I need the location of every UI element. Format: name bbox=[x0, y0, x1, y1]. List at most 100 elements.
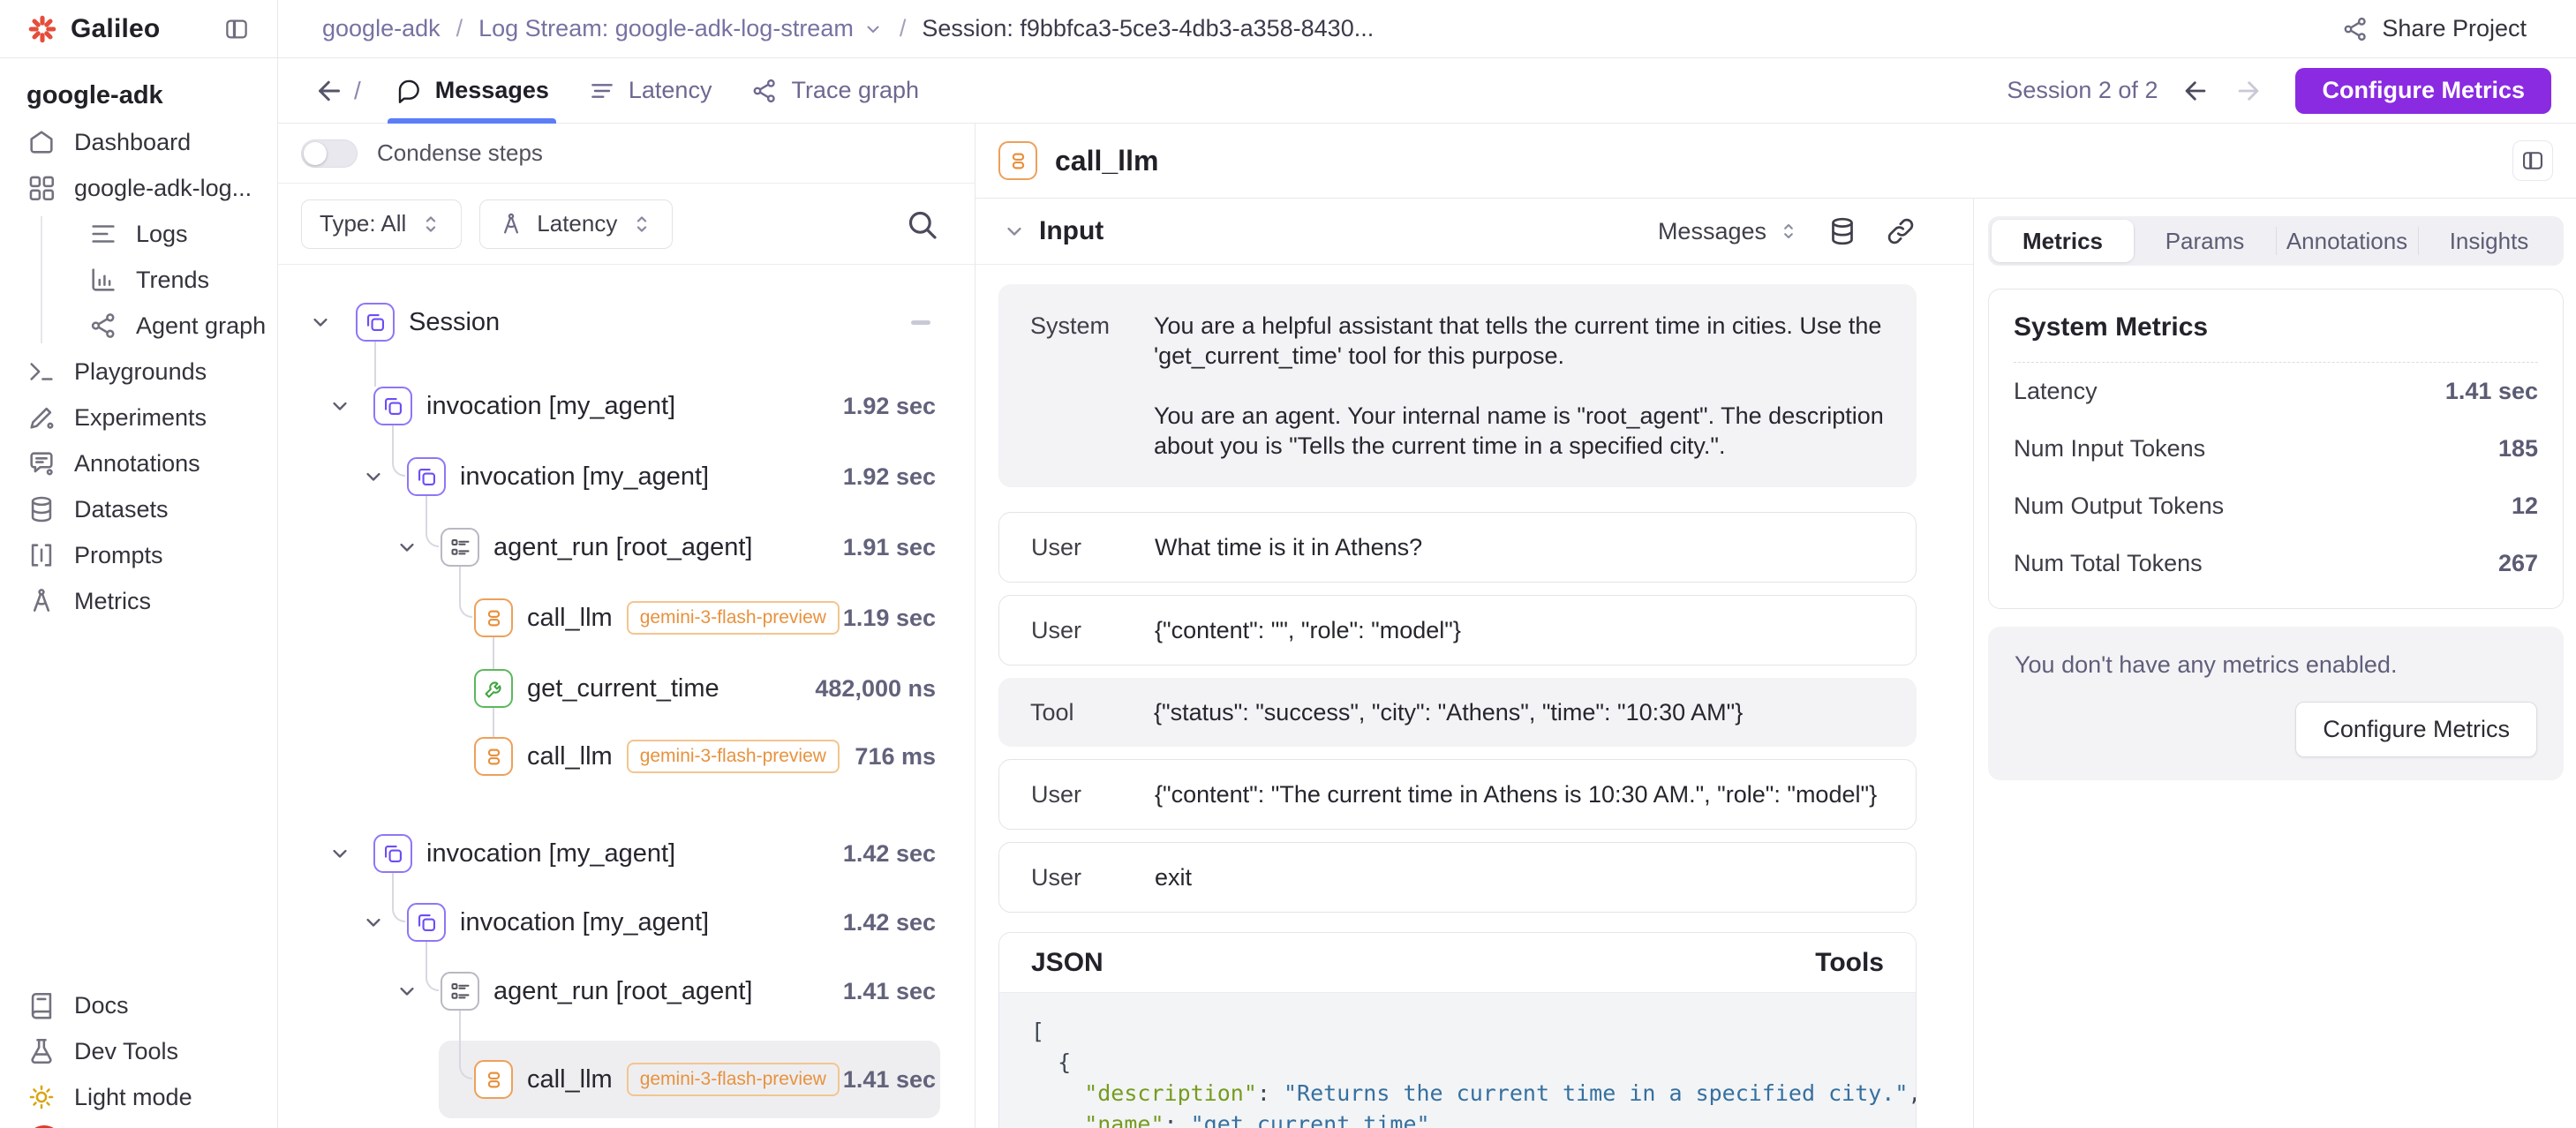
chevron-down-icon[interactable] bbox=[361, 464, 386, 489]
sort-chevrons-icon bbox=[418, 212, 443, 237]
chevron-down-icon[interactable] bbox=[361, 910, 386, 935]
share-nodes-icon bbox=[88, 311, 118, 341]
tab-trace-graph[interactable]: Trace graph bbox=[731, 58, 938, 124]
tree-row-get-current-time[interactable]: get_current_time 482,000 ns bbox=[278, 653, 975, 724]
tree-row-call-llm[interactable]: call_llm gemini-3-flash-preview 716 ms bbox=[278, 721, 975, 792]
tree-row-invocation[interactable]: invocation [my_agent] 1.42 sec bbox=[278, 818, 975, 889]
tree-row-invocation[interactable]: invocation [my_agent] 1.42 sec bbox=[278, 887, 975, 958]
sidebar-item-dev-tools[interactable]: Dev Tools bbox=[0, 1028, 277, 1074]
tab-params[interactable]: Params bbox=[2134, 220, 2276, 262]
galileo-burst-icon bbox=[26, 13, 58, 45]
tab-metrics[interactable]: Metrics bbox=[1992, 220, 2134, 262]
message-tool: Tool {"status": "success", "city": "Athe… bbox=[998, 678, 1917, 747]
metrics-empty-text: You don't have any metrics enabled. bbox=[2015, 651, 2537, 679]
llm-icon bbox=[474, 737, 513, 776]
topbar: google-adk / Log Stream: google-adk-log-… bbox=[278, 0, 2576, 58]
tree-row-label: call_llm bbox=[527, 604, 613, 633]
metric-row-output-tokens: Num Output Tokens 12 bbox=[2014, 478, 2538, 535]
view-mode-select[interactable]: Messages bbox=[1658, 218, 1800, 245]
condense-steps-toggle[interactable] bbox=[301, 139, 358, 168]
condense-steps-label: Condense steps bbox=[377, 139, 543, 167]
chevron-down-icon[interactable] bbox=[395, 535, 419, 560]
tree-row-duration: 482,000 ns bbox=[815, 653, 936, 724]
sort-chevrons-icon bbox=[1777, 220, 1800, 243]
sidebar-item-annotations[interactable]: Annotations bbox=[0, 440, 277, 486]
message-role: User bbox=[1031, 532, 1155, 562]
raw-data-icon[interactable] bbox=[1827, 215, 1858, 247]
tab-latency[interactable]: Latency bbox=[569, 58, 732, 124]
session-pager: Session 2 of 2 Configure Metrics bbox=[2007, 68, 2551, 114]
sidebar-item-datasets[interactable]: Datasets bbox=[0, 486, 277, 532]
condense-steps-row: Condense steps bbox=[278, 124, 975, 184]
chevron-down-icon[interactable] bbox=[328, 394, 352, 418]
tree-row-call-llm[interactable]: call_llm gemini-3-flash-preview 1.19 sec bbox=[278, 583, 975, 653]
tree-row-invocation[interactable]: invocation [my_agent] 1.92 sec bbox=[278, 441, 975, 512]
metric-filter-select[interactable]: Latency bbox=[479, 199, 673, 249]
back-arrow-icon[interactable] bbox=[313, 75, 345, 107]
sidebar-item-logs[interactable]: Logs bbox=[0, 211, 277, 257]
sidebar-item-prompts[interactable]: Prompts bbox=[0, 532, 277, 578]
sidebar-item-log-stream[interactable]: google-adk-log... bbox=[0, 165, 277, 211]
chevron-down-icon[interactable] bbox=[1002, 219, 1027, 244]
logo-text: Galileo bbox=[71, 14, 160, 44]
sidebar-user-account[interactable]: user@galileo.ai bbox=[0, 1120, 277, 1128]
code-token: : bbox=[1257, 1080, 1284, 1106]
galileo-logo[interactable]: Galileo bbox=[26, 13, 217, 45]
book-icon bbox=[26, 990, 56, 1020]
tab-latency-label: Latency bbox=[629, 77, 712, 104]
tab-insights[interactable]: Insights bbox=[2418, 220, 2560, 262]
metric-row-input-tokens: Num Input Tokens 185 bbox=[2014, 420, 2538, 478]
duration-dash bbox=[911, 320, 930, 325]
sidebar-item-light-mode[interactable]: Light mode bbox=[0, 1074, 277, 1120]
tab-messages[interactable]: Messages bbox=[375, 58, 569, 124]
tree-row-session[interactable]: Session bbox=[278, 287, 975, 357]
grid-icon bbox=[26, 173, 56, 203]
tools-json-card: JSON Tools [ { "description": "Returns t… bbox=[998, 932, 1917, 1128]
tree-row-duration: 1.92 sec bbox=[843, 441, 936, 512]
tree-row-call-llm-selected[interactable]: call_llm gemini-3-flash-preview 1.41 sec bbox=[278, 1044, 975, 1115]
previous-session-arrow-icon[interactable] bbox=[2181, 76, 2211, 106]
metric-value: 1.41 sec bbox=[2445, 378, 2538, 405]
sidebar-collapse-button[interactable] bbox=[217, 10, 256, 49]
next-session-arrow-icon[interactable] bbox=[2233, 76, 2263, 106]
breadcrumb-project[interactable]: google-adk bbox=[322, 15, 441, 42]
metrics-empty-card: You don't have any metrics enabled. Conf… bbox=[1988, 627, 2564, 780]
tree-row-label: agent_run [root_agent] bbox=[493, 533, 752, 562]
message-text: You are a helpful assistant that tells t… bbox=[1154, 311, 1885, 461]
chevron-down-icon[interactable] bbox=[395, 979, 419, 1004]
right-panel-toggle-button[interactable] bbox=[2512, 140, 2553, 181]
pencil-flask-icon bbox=[26, 402, 56, 432]
configure-metrics-secondary-button[interactable]: Configure Metrics bbox=[2295, 702, 2537, 757]
tree-row-invocation[interactable]: invocation [my_agent] 1.92 sec bbox=[278, 371, 975, 441]
type-filter-label: Type: All bbox=[320, 210, 406, 237]
sidebar-item-dashboard[interactable]: Dashboard bbox=[0, 119, 277, 165]
sidebar-item-trends[interactable]: Trends bbox=[0, 257, 277, 303]
share-project-button[interactable]: Share Project bbox=[2341, 15, 2527, 43]
sidebar-item-metrics[interactable]: Metrics bbox=[0, 578, 277, 624]
sidebar-item-playgrounds[interactable]: Playgrounds bbox=[0, 349, 277, 395]
tab-annotations[interactable]: Annotations bbox=[2276, 220, 2418, 262]
model-badge: gemini-3-flash-preview bbox=[627, 740, 840, 773]
chevron-down-icon[interactable] bbox=[328, 841, 352, 866]
sidebar-item-docs[interactable]: Docs bbox=[0, 982, 277, 1028]
chevron-down-icon[interactable] bbox=[308, 310, 333, 335]
breadcrumb-log-stream[interactable]: Log Stream: google-adk-log-stream bbox=[478, 15, 884, 42]
configure-metrics-button[interactable]: Configure Metrics bbox=[2295, 68, 2551, 114]
link-icon[interactable] bbox=[1885, 215, 1917, 247]
message-user: User {"content": "", "role": "model"} bbox=[998, 595, 1917, 666]
message-role: User bbox=[1031, 615, 1155, 645]
sidebar-item-label: Metrics bbox=[74, 588, 151, 615]
sidebar-item-experiments[interactable]: Experiments bbox=[0, 395, 277, 440]
tree-row-agent-run[interactable]: agent_run [root_agent] 1.41 sec bbox=[278, 956, 975, 1026]
type-filter-select[interactable]: Type: All bbox=[301, 199, 462, 249]
session-icon bbox=[356, 303, 395, 342]
tab-trace-graph-label: Trace graph bbox=[791, 77, 919, 104]
bar-chart-icon bbox=[88, 265, 118, 295]
sidebar-item-agent-graph[interactable]: Agent graph bbox=[0, 303, 277, 349]
sidebar-item-label: Playgrounds bbox=[74, 358, 207, 386]
metric-value: 185 bbox=[2498, 435, 2538, 462]
search-icon[interactable] bbox=[904, 207, 939, 242]
session-pager-label: Session 2 of 2 bbox=[2007, 77, 2158, 104]
tree-filters-row: Type: All Latency bbox=[278, 184, 975, 265]
tree-row-agent-run[interactable]: agent_run [root_agent] 1.91 sec bbox=[278, 512, 975, 583]
